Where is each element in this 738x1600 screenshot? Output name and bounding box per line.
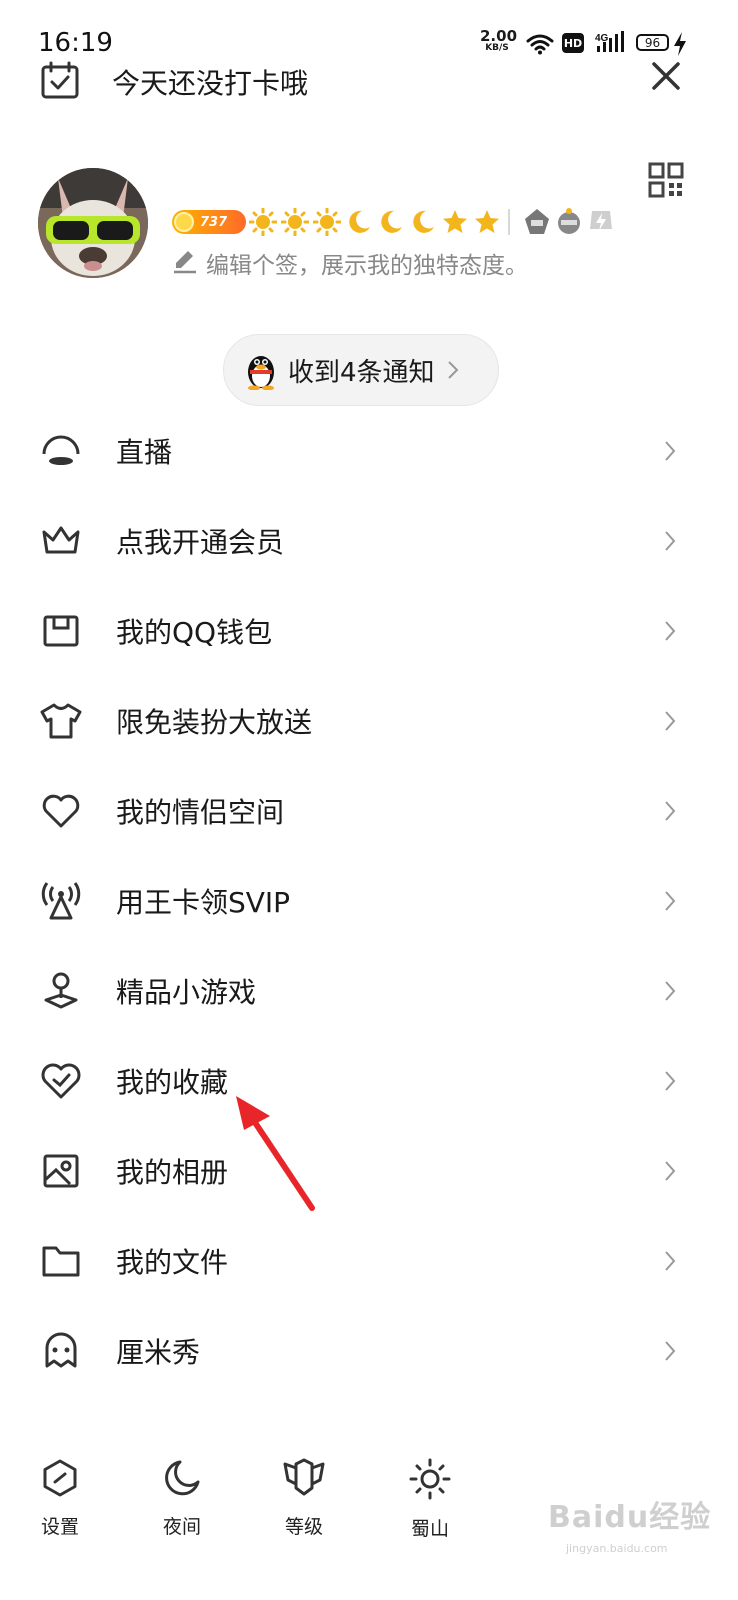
tab-shushan[interactable]: 蜀山	[390, 1458, 470, 1541]
network-speed-unit: KB/S	[485, 43, 509, 53]
qq-penguin-icon	[244, 350, 278, 390]
menu-label: 我的QQ钱包	[116, 616, 273, 649]
menu-item-vip[interactable]: 点我开通会员	[0, 496, 738, 586]
notification-pill[interactable]: 收到4条通知	[223, 334, 499, 406]
baidu-watermark-url: jingyan.baidu.com	[566, 1542, 668, 1555]
moon-icon	[162, 1458, 202, 1502]
chevron-right-icon	[660, 1066, 680, 1096]
status-time: 16:19	[38, 28, 113, 58]
chevron-right-icon	[660, 616, 680, 646]
menu-label: 直播	[116, 436, 173, 469]
menu-label: 精品小游戏	[116, 976, 257, 1009]
signature-text: 编辑个签，展示我的独特态度。	[206, 253, 528, 279]
chevron-right-icon	[660, 886, 680, 916]
chevron-right-icon	[660, 706, 680, 736]
level-coin-badge: 737	[172, 210, 246, 234]
star-level-icon	[440, 207, 470, 237]
game-badge-icon	[554, 207, 584, 237]
menu-label: 我的文件	[116, 1246, 229, 1279]
checkin-text[interactable]: 今天还没打卡哦	[112, 62, 308, 102]
close-icon[interactable]	[650, 60, 682, 96]
coin-icon	[174, 212, 194, 232]
chevron-right-icon	[660, 1336, 680, 1366]
chevron-right-icon	[660, 436, 680, 466]
wifi-icon	[526, 33, 554, 59]
menu-label: 用王卡领SVIP	[116, 886, 291, 919]
antenna-icon	[38, 878, 84, 924]
hd-badge: HD	[562, 33, 584, 53]
avatar[interactable]	[38, 168, 148, 278]
menu-label: 我的相册	[116, 1156, 229, 1189]
favorite-icon	[38, 1058, 84, 1104]
menu-item-couple[interactable]: 我的情侣空间	[0, 766, 738, 856]
chevron-right-icon	[660, 526, 680, 556]
tab-settings[interactable]: 设置	[20, 1458, 100, 1539]
chevron-right-icon	[660, 796, 680, 826]
album-icon	[38, 1148, 84, 1194]
folder-icon	[38, 1238, 84, 1284]
tab-label: 蜀山	[410, 1518, 449, 1540]
wallet-icon	[38, 608, 84, 654]
level-icon	[282, 1458, 326, 1502]
shirt-icon	[38, 698, 84, 744]
live-icon	[38, 428, 84, 474]
tab-label: 设置	[40, 1516, 79, 1538]
tab-level[interactable]: 等级	[264, 1458, 344, 1539]
menu-item-wangka[interactable]: 用王卡领SVIP	[0, 856, 738, 946]
chevron-right-icon	[447, 360, 459, 380]
sun-level-icon	[312, 207, 342, 237]
menu-item-favorites[interactable]: 我的收藏	[0, 1036, 738, 1126]
cmshow-icon	[38, 1328, 84, 1374]
network-speed: 2.00 KB/S	[480, 27, 518, 53]
menu-label: 我的情侣空间	[116, 796, 285, 829]
star-level-icon	[472, 207, 502, 237]
sun-icon	[409, 1458, 451, 1504]
chevron-right-icon	[660, 1156, 680, 1186]
menu-item-cmshow[interactable]: 厘米秀	[0, 1306, 738, 1396]
svg-text:4G: 4G	[595, 33, 609, 44]
edit-pencil-icon	[172, 248, 198, 278]
divider	[508, 209, 510, 235]
level-badges[interactable]: 737	[172, 206, 616, 238]
chevron-right-icon	[660, 976, 680, 1006]
game-icon	[38, 968, 84, 1014]
qr-code-icon[interactable]	[648, 162, 684, 202]
sun-level-icon	[248, 207, 278, 237]
menu-item-album[interactable]: 我的相册	[0, 1126, 738, 1216]
tab-night[interactable]: 夜间	[142, 1458, 222, 1539]
network-speed-value: 2.00	[480, 27, 518, 45]
level-number: 737	[200, 214, 228, 230]
calendar-check-icon[interactable]	[40, 60, 80, 104]
notification-text: 收到4条通知	[288, 357, 435, 388]
menu-label: 我的收藏	[116, 1066, 229, 1099]
signature-row[interactable]: 编辑个签，展示我的独特态度。	[172, 246, 528, 280]
menu-item-wallet[interactable]: 我的QQ钱包	[0, 586, 738, 676]
moon-level-icon	[408, 207, 438, 237]
crown-icon	[38, 518, 84, 564]
moon-level-icon	[376, 207, 406, 237]
charging-icon	[672, 32, 688, 60]
menu-label: 点我开通会员	[116, 526, 285, 559]
tab-label: 等级	[284, 1516, 323, 1538]
settings-icon	[40, 1458, 80, 1502]
battery-indicator: 96	[636, 34, 669, 51]
menu-label: 厘米秀	[116, 1336, 201, 1369]
menu-item-games[interactable]: 精品小游戏	[0, 946, 738, 1036]
sun-level-icon	[280, 207, 310, 237]
game-badge-icon	[522, 207, 552, 237]
chevron-right-icon	[660, 1246, 680, 1276]
tab-label: 夜间	[162, 1516, 201, 1538]
baidu-watermark: Baidu经验	[548, 1500, 712, 1535]
heart-icon	[38, 788, 84, 834]
vip-badge-icon	[586, 207, 616, 237]
menu-item-outfit[interactable]: 限免装扮大放送	[0, 676, 738, 766]
menu-item-files[interactable]: 我的文件	[0, 1216, 738, 1306]
menu-label: 限免装扮大放送	[116, 706, 313, 739]
signal-icon: 4G	[595, 30, 629, 60]
menu-item-live[interactable]: 直播	[0, 406, 738, 496]
moon-level-icon	[344, 207, 374, 237]
annotation-arrow	[226, 1090, 326, 1224]
